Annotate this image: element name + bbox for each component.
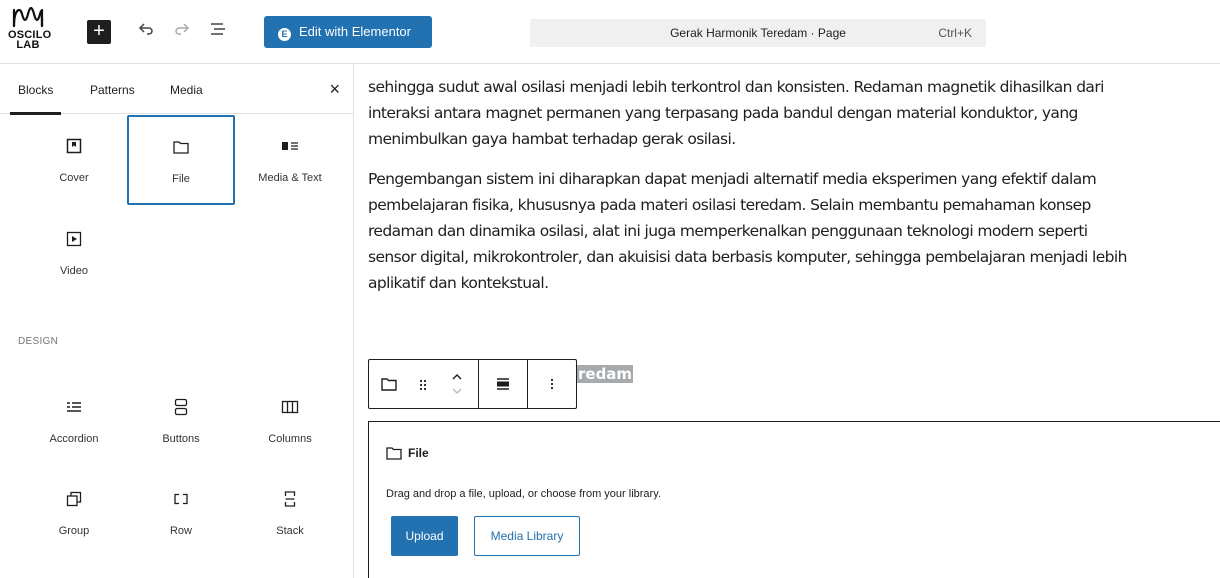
block-label: Media & Text <box>258 172 322 184</box>
block-label: Cover <box>59 172 89 184</box>
editor-canvas: sehingga sudut awal osilasi menjadi lebi… <box>355 64 1220 578</box>
drag-handle-icon <box>419 379 427 391</box>
media-library-button[interactable]: Media Library <box>474 516 580 556</box>
block-label: Stack <box>276 525 304 537</box>
group-icon <box>20 489 128 509</box>
block-video[interactable]: Video <box>20 209 128 299</box>
block-stack[interactable]: Stack <box>236 469 344 559</box>
block-media-text[interactable]: Media & Text <box>236 116 344 206</box>
media-text-icon <box>236 136 344 156</box>
section-heading-design: DESIGN <box>18 336 59 347</box>
oscilo-lab-logo-icon <box>12 6 44 28</box>
document-overview-icon <box>211 23 225 35</box>
paragraph-block-2[interactable]: Pengembangan sistem ini diharapkan dapat… <box>368 166 1220 296</box>
block-cover[interactable]: Cover <box>20 116 128 206</box>
file-block-title: File <box>408 446 429 460</box>
file-icon <box>129 137 233 157</box>
tab-blocks[interactable]: Blocks <box>9 64 62 115</box>
paragraph-line: Pengembangan sistem ini diharapkan dapat… <box>368 170 1097 188</box>
edit-with-elementor-button[interactable]: E Edit with Elementor <box>264 16 432 48</box>
file-icon <box>381 378 397 391</box>
edit-with-elementor-label: Edit with Elementor <box>299 24 411 39</box>
block-options-button[interactable] <box>528 360 576 408</box>
cover-icon <box>20 136 128 156</box>
columns-icon <box>236 397 344 417</box>
plus-icon: + <box>93 20 105 42</box>
drag-handle-button[interactable] <box>409 360 437 408</box>
block-group[interactable]: Group <box>20 469 128 559</box>
document-title: Gerak Harmonik Teredam · Page <box>670 26 846 40</box>
file-block-heading: File <box>386 446 429 460</box>
editor-top-bar: OSCILO LAB + E Edit with Elementor Gerak … <box>0 0 1220 64</box>
buttons-icon <box>127 397 235 417</box>
paragraph-block-1[interactable]: sehingga sudut awal osilasi menjadi lebi… <box>368 74 1220 152</box>
paragraph-line: menimbulkan gaya hambat terhadap gerak o… <box>368 130 736 148</box>
paragraph-line: sehingga sudut awal osilasi menjadi lebi… <box>368 78 1104 96</box>
block-buttons[interactable]: Buttons <box>127 377 235 467</box>
align-icon <box>497 378 509 390</box>
stack-icon <box>236 489 344 509</box>
block-label: Video <box>60 265 88 277</box>
block-toolbar <box>368 359 577 409</box>
logo-sub: LAB <box>16 39 40 51</box>
paragraph-line: pembelajaran fisika, khususnya pada mate… <box>368 196 1091 214</box>
block-label: Row <box>169 525 192 537</box>
block-label: Accordion <box>49 433 99 445</box>
accordion-icon <box>20 397 128 417</box>
heading-block-fragment[interactable]: redam <box>577 365 634 383</box>
block-type-switcher-button[interactable] <box>369 360 409 408</box>
block-label: Group <box>58 525 90 537</box>
close-icon: × <box>329 79 340 99</box>
tab-patterns[interactable]: Patterns <box>90 64 135 114</box>
paragraph-line: sensor digital, mikrokontroler, dan akui… <box>368 248 1127 266</box>
move-up-down-icon <box>452 374 462 394</box>
block-accordion[interactable]: Accordion <box>20 377 128 467</box>
align-button[interactable] <box>479 360 527 408</box>
file-block-instructions: Drag and drop a file, upload, or choose … <box>386 488 661 500</box>
upload-button[interactable]: Upload <box>391 516 458 556</box>
video-icon <box>20 229 128 249</box>
file-block-placeholder[interactable]: File Drag and drop a file, upload, or ch… <box>368 421 1220 578</box>
move-up-down-button[interactable] <box>437 360 477 408</box>
paragraph-line: aplikatif dan kontekstual. <box>368 274 549 292</box>
block-file[interactable]: File <box>127 115 235 205</box>
row-icon <box>127 489 235 509</box>
site-logo[interactable]: OSCILO LAB <box>8 4 51 60</box>
file-icon <box>386 447 402 460</box>
elementor-icon: E <box>278 28 291 41</box>
close-inserter-button[interactable]: × <box>329 79 340 99</box>
block-inserter-toggle-button[interactable]: + <box>87 20 111 44</box>
block-label: Buttons <box>162 433 200 445</box>
paragraph-line: redaman dan dinamika osilasi, alat ini j… <box>368 222 1088 240</box>
block-inserter-panel: Blocks Patterns Media × Cover File Media… <box>0 64 354 578</box>
tab-media[interactable]: Media <box>170 64 203 114</box>
redo-icon <box>175 23 190 35</box>
more-vertical-icon <box>550 378 554 390</box>
block-columns[interactable]: Columns <box>236 377 344 467</box>
block-row[interactable]: Row <box>127 469 235 559</box>
undo-button[interactable] <box>134 20 158 44</box>
redo-button[interactable] <box>170 20 194 44</box>
paragraph-line: interaksi antara magnet permanen yang te… <box>368 104 1078 122</box>
block-label: Columns <box>268 433 312 445</box>
block-label: File <box>172 173 190 185</box>
document-overview-button[interactable] <box>206 20 230 44</box>
command-palette-button[interactable]: Gerak Harmonik Teredam · Page Ctrl+K <box>530 19 986 47</box>
inserter-tabs: Blocks Patterns Media × <box>0 64 354 115</box>
command-shortcut: Ctrl+K <box>938 26 972 40</box>
undo-icon <box>138 23 153 35</box>
